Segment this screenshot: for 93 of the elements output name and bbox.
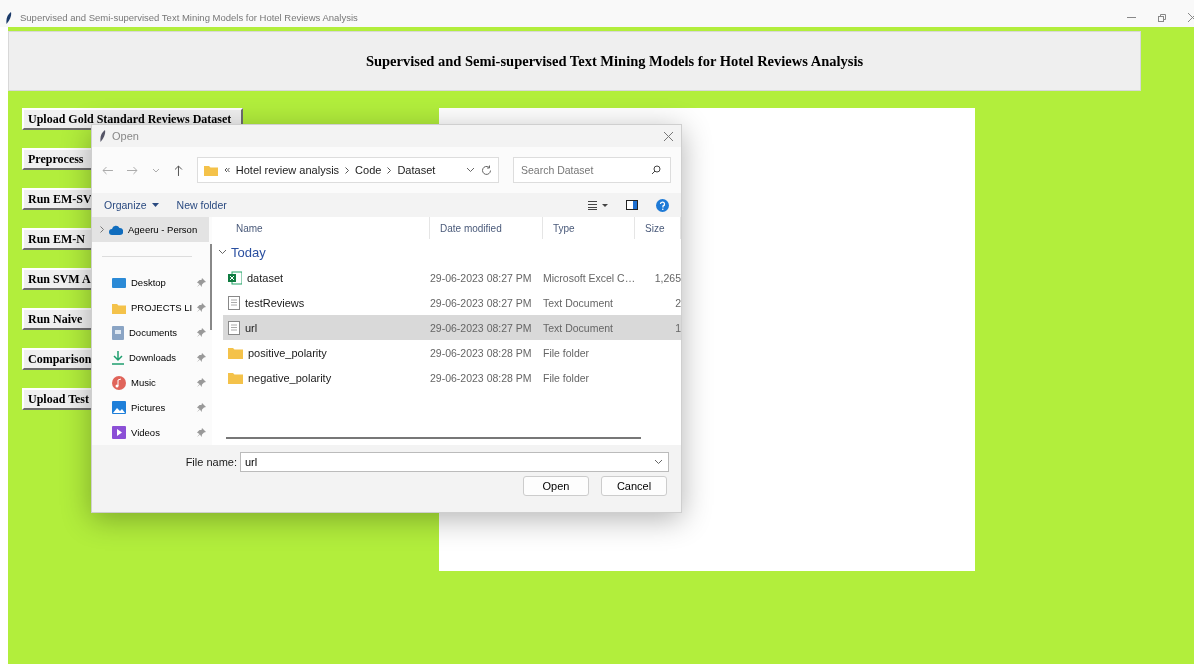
back-arrow-icon[interactable] (102, 165, 113, 175)
pin-icon[interactable] (197, 378, 206, 387)
cloud-icon (109, 224, 123, 235)
pin-icon[interactable] (197, 353, 206, 362)
desktop-icon (112, 276, 126, 289)
file-row[interactable]: positive_polarity 29-06-2023 08:28 PM File folder (212, 340, 681, 365)
chevron-right-icon[interactable] (387, 166, 392, 174)
file-type: File folder (543, 346, 591, 359)
search-icon[interactable] (651, 165, 661, 175)
file-name: testReviews (245, 296, 305, 309)
text-file-icon (228, 295, 240, 310)
nav-item[interactable]: Downloads (92, 345, 209, 370)
file-date: 29-06-2023 08:27 PM (430, 321, 533, 334)
file-row[interactable]: url 29-06-2023 08:27 PM Text Document 1 (223, 315, 681, 340)
group-header[interactable]: Today (212, 239, 681, 265)
file-type: Microsoft Excel C… (543, 271, 635, 284)
chevron-right-icon[interactable] (345, 166, 350, 174)
nav-item[interactable]: Documents (92, 320, 209, 345)
spreadsheet-icon (228, 270, 242, 285)
breadcrumb-item[interactable]: Dataset (397, 164, 436, 176)
file-row[interactable]: testReviews 29-06-2023 08:27 PM Text Document 2 (212, 290, 681, 315)
caret-icon (151, 203, 159, 207)
cancel-button[interactable]: Cancel (601, 476, 667, 496)
new-folder-button[interactable]: New folder (176, 199, 227, 211)
help-icon[interactable] (656, 198, 669, 212)
feather-icon (6, 11, 12, 24)
text-file-icon (228, 320, 240, 335)
view-options-icon[interactable] (588, 200, 608, 210)
file-row[interactable]: dataset 29-06-2023 08:27 PM Microsoft Excel C… 1,265 (212, 265, 681, 290)
file-name-field[interactable]: url (240, 452, 669, 472)
breadcrumb-item[interactable]: Code (355, 164, 382, 176)
file-size: 2 (674, 296, 681, 309)
file-row[interactable]: negative_polarity 29-06-2023 08:28 PM File folder (212, 365, 681, 390)
file-name: dataset (247, 271, 284, 284)
video-icon (112, 426, 126, 439)
folder-icon (203, 164, 218, 176)
column-header[interactable]: Type (543, 217, 635, 239)
search-field[interactable]: Search Dataset (513, 157, 671, 183)
up-arrow-icon[interactable] (173, 164, 183, 176)
file-date: 29-06-2023 08:28 PM (430, 346, 533, 359)
breadcrumb-item[interactable]: Hotel review analysis (235, 164, 340, 176)
file-type: File folder (543, 371, 591, 384)
organize-menu[interactable]: Organize (104, 199, 159, 211)
close-icon[interactable] (1188, 13, 1194, 22)
dialog-title: Open (112, 130, 139, 142)
nav-item[interactable]: Ageeru - Person (92, 217, 209, 242)
file-date: 29-06-2023 08:27 PM (430, 271, 533, 284)
document-icon (112, 325, 124, 340)
file-type: Text Document (543, 321, 615, 334)
forward-arrow-icon[interactable] (126, 165, 138, 175)
app-title: Supervised and Semi-supervised Text Mining Models for Hotel Reviews Analysis (365, 52, 864, 70)
address-bar[interactable]: Hotel review analysis Code Dataset (196, 157, 499, 183)
chevron-right-icon[interactable] (100, 226, 104, 233)
chevron-down-icon[interactable] (654, 459, 663, 465)
feather-icon (100, 130, 106, 142)
folder-icon (112, 301, 126, 314)
file-size: 1,265 (653, 271, 681, 284)
chevron-down-icon[interactable] (466, 167, 475, 173)
scrollbar[interactable] (226, 437, 641, 439)
picture-icon (112, 401, 126, 414)
file-date: 29-06-2023 08:28 PM (430, 371, 533, 384)
pin-icon[interactable] (197, 303, 207, 312)
pin-icon[interactable] (197, 403, 206, 412)
nav-item[interactable]: Desktop (92, 270, 209, 295)
file-name: url (245, 321, 258, 334)
file-type: Text Document (543, 296, 615, 309)
column-header[interactable]: Size (635, 217, 681, 239)
file-name: negative_polarity (248, 371, 332, 384)
pin-icon[interactable] (197, 428, 206, 437)
chevron-down-icon[interactable] (218, 249, 227, 255)
nav-item[interactable]: Videos (92, 420, 209, 445)
nav-item[interactable]: PROJECTS LI (92, 295, 209, 320)
nav-item[interactable]: Pictures (92, 395, 209, 420)
pin-icon[interactable] (197, 278, 206, 287)
window-title: Supervised and Semi-supervised Text Mining Models for Hotel Reviews Analysis (20, 12, 359, 23)
open-button[interactable]: Open (523, 476, 589, 496)
double-chevron-icon[interactable] (223, 167, 230, 173)
download-icon (112, 350, 124, 365)
refresh-icon[interactable] (481, 164, 492, 176)
file-date: 29-06-2023 08:27 PM (430, 296, 533, 309)
folder-icon (228, 346, 243, 359)
close-icon[interactable] (664, 131, 673, 141)
music-icon (112, 375, 126, 390)
column-header[interactable]: Name (226, 217, 430, 239)
pin-icon[interactable] (197, 328, 206, 337)
file-size: 1 (674, 321, 681, 334)
restore-icon[interactable] (1158, 13, 1166, 22)
preview-pane-icon[interactable] (626, 200, 638, 210)
column-header[interactable]: Date modified (430, 217, 543, 239)
scrollbar[interactable] (210, 244, 212, 330)
nav-item[interactable]: Music (92, 370, 209, 395)
file-name-label: File name: (185, 456, 237, 468)
file-name: positive_polarity (248, 346, 327, 359)
